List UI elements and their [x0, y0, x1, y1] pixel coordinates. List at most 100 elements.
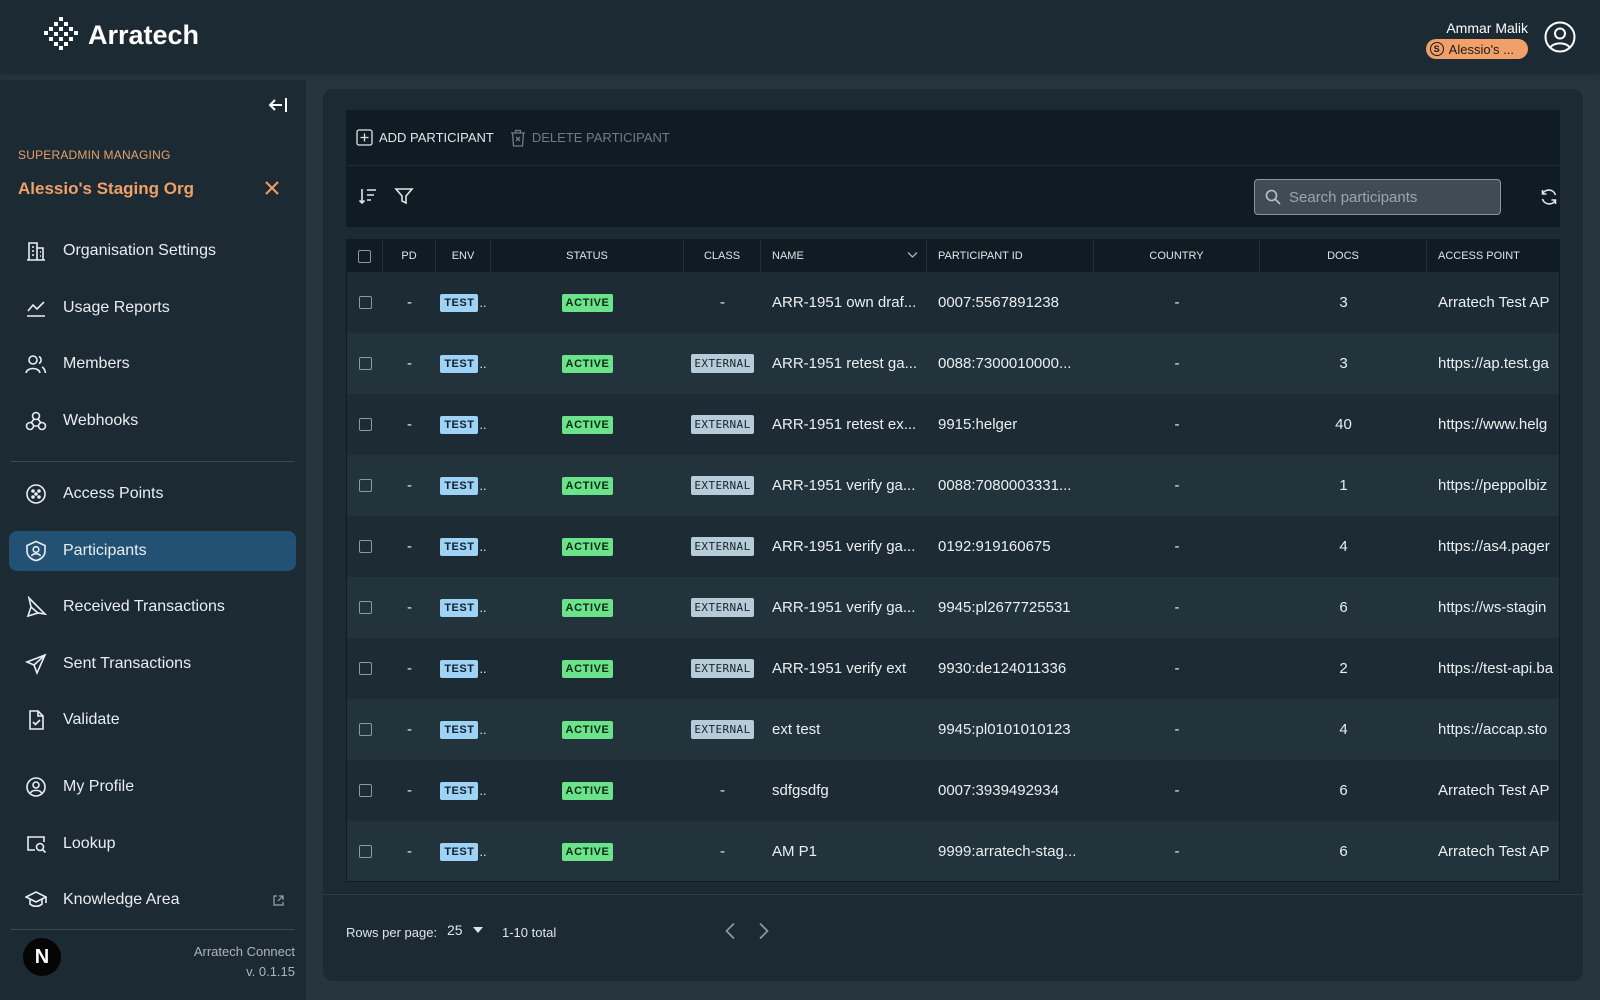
table-row[interactable]: - TEST.. ACTIVE EXTERNAL ARR-1951 retest ga.… [347, 333, 1559, 394]
sidebar-item-access-points[interactable]: Access Points [9, 474, 296, 514]
status-badge: ACTIVE [561, 415, 614, 434]
participants-panel: ADD PARTICIPANT DELETE PARTICIPANT PD EN… [323, 89, 1583, 981]
add-participant-label: ADD PARTICIPANT [379, 130, 494, 145]
rows-per-page-select[interactable]: 25 [447, 922, 483, 938]
previous-page-button[interactable] [724, 922, 736, 943]
pd-cell: - [407, 416, 412, 433]
country-cell: - [1174, 355, 1180, 372]
access-point-cell: https://test-api.ba [1438, 660, 1554, 677]
refresh-button[interactable] [1539, 187, 1559, 212]
sidebar-item-validate[interactable]: Validate [9, 700, 296, 740]
sidebar-item-webhooks[interactable]: Webhooks [9, 401, 296, 441]
account-button[interactable] [1544, 21, 1576, 58]
building-icon [25, 240, 47, 262]
docs-cell: 3 [1339, 355, 1348, 372]
version-number: v. 0.1.15 [246, 964, 295, 979]
sidebar-item-lookup[interactable]: Lookup [9, 824, 296, 864]
table-row[interactable]: - TEST.. ACTIVE - ARR-1951 own draf... 0007:5… [347, 272, 1559, 333]
col-name-label: NAME [772, 250, 804, 262]
row-checkbox[interactable] [358, 662, 372, 675]
brand[interactable]: Arratech [44, 16, 199, 55]
table-row[interactable]: - TEST.. ACTIVE EXTERNAL ARR-1951 retest ex.… [347, 394, 1559, 455]
account-circle-icon [1544, 21, 1576, 53]
name-cell: ARR-1951 verify ga... [772, 599, 916, 616]
row-checkbox[interactable] [358, 845, 372, 858]
sidebar-item-participants[interactable]: Participants [9, 531, 296, 571]
collapse-sidebar-button[interactable] [268, 96, 288, 119]
col-access-point[interactable]: ACCESS POINT [1427, 240, 1559, 272]
participant-id-cell: 9999:arratech-stag... [938, 843, 1077, 860]
row-checkbox[interactable] [358, 357, 372, 370]
name-cell: ext test [772, 721, 821, 738]
name-cell: ARR-1951 retest ga... [772, 355, 918, 372]
country-cell: - [1174, 782, 1180, 799]
name-cell: ARR-1951 verify ext [772, 660, 907, 677]
close-icon [265, 181, 279, 195]
pd-cell: - [407, 599, 412, 616]
col-name[interactable]: NAME [761, 240, 927, 272]
row-checkbox[interactable] [358, 601, 372, 614]
sort-button[interactable] [358, 186, 378, 211]
table-row[interactable]: - TEST.. ACTIVE EXTERNAL ext test 9945:pl0101… [347, 699, 1559, 760]
participant-id-cell: 0088:7080003331... [938, 477, 1072, 494]
next-page-button[interactable] [758, 922, 770, 943]
table-row[interactable]: - TEST.. ACTIVE - AM P1 9999:arratech-stag...… [347, 821, 1559, 881]
sidebar-item-my-profile[interactable]: My Profile [9, 767, 296, 807]
status-cell: ACTIVE [491, 760, 684, 821]
sidebar-item-sent-transactions[interactable]: Sent Transactions [9, 644, 296, 684]
sidebar-item-organisation-settings[interactable]: Organisation Settings [9, 231, 296, 271]
table-header: PD ENV STATUS CLASS NAME PARTICIPANT ID … [347, 240, 1559, 272]
sidebar-item-knowledge-area[interactable]: Knowledge Area [9, 880, 296, 920]
stop-managing-button[interactable] [264, 180, 280, 201]
env-cell: TEST.. [436, 760, 491, 821]
sidebar-item-usage-reports[interactable]: Usage Reports [9, 288, 296, 328]
sidebar-item-received-transactions[interactable]: Received Transactions [9, 587, 296, 627]
sidebar-item-members[interactable]: Members [9, 344, 296, 384]
org-chip[interactable]: S Alessio's ... [1425, 39, 1528, 59]
row-checkbox[interactable] [358, 540, 372, 553]
col-docs[interactable]: DOCS [1260, 240, 1427, 272]
env-overflow-dots: .. [479, 600, 487, 615]
managed-org-name: Alessio's Staging Org [18, 179, 194, 198]
add-participant-button[interactable]: ADD PARTICIPANT [356, 129, 494, 146]
table-row[interactable]: - TEST.. ACTIVE EXTERNAL ARR-1951 verify ga.… [347, 455, 1559, 516]
class-cell: EXTERNAL [684, 577, 761, 638]
row-checkbox[interactable] [358, 479, 372, 492]
class-badge: EXTERNAL [691, 415, 754, 434]
table-row[interactable]: - TEST.. ACTIVE EXTERNAL ARR-1951 verify ga.… [347, 516, 1559, 577]
row-select-cell [347, 760, 383, 821]
pd-cell: - [407, 721, 412, 738]
participant-id-cell: 0007:5567891238 [938, 294, 1059, 311]
row-checkbox[interactable] [358, 418, 372, 431]
select-all-checkbox[interactable] [358, 249, 371, 263]
class-cell: EXTERNAL [684, 394, 761, 455]
env-overflow-dots: .. [479, 844, 487, 859]
row-checkbox[interactable] [358, 296, 372, 309]
delete-participant-button[interactable]: DELETE PARTICIPANT [510, 129, 670, 147]
col-status[interactable]: STATUS [491, 240, 684, 272]
pd-cell: - [407, 538, 412, 555]
refresh-icon [1541, 189, 1557, 205]
col-pd[interactable]: PD [383, 240, 436, 272]
pagination-bar: Rows per page: 25 1-10 total [346, 903, 1560, 963]
top-bar: Arratech Ammar Malik S Alessio's ... [0, 0, 1600, 71]
name-cell: sdfgsdfg [772, 782, 829, 799]
table-row[interactable]: - TEST.. ACTIVE - sdfgsdfg 0007:3939492934 - 6 A… [347, 760, 1559, 821]
col-class[interactable]: CLASS [684, 240, 761, 272]
name-cell: ARR-1951 retest ex... [772, 416, 917, 433]
col-participant-id[interactable]: PARTICIPANT ID [927, 240, 1094, 272]
sidebar-item-label: Participants [63, 542, 147, 559]
row-checkbox[interactable] [358, 784, 372, 797]
footer-divider [323, 894, 1583, 895]
col-country[interactable]: COUNTRY [1094, 240, 1260, 272]
row-checkbox[interactable] [358, 723, 372, 736]
status-badge: ACTIVE [561, 354, 614, 373]
table-row[interactable]: - TEST.. ACTIVE EXTERNAL ARR-1951 verify ga.… [347, 577, 1559, 638]
class-badge: EXTERNAL [691, 476, 754, 495]
sidebar-item-label: Sent Transactions [63, 655, 192, 672]
col-env[interactable]: ENV [436, 240, 491, 272]
table-row[interactable]: - TEST.. ACTIVE EXTERNAL ARR-1951 verify ext… [347, 638, 1559, 699]
country-cell: - [1174, 416, 1180, 433]
filter-button[interactable] [394, 186, 414, 211]
search-input[interactable] [1289, 188, 1489, 206]
